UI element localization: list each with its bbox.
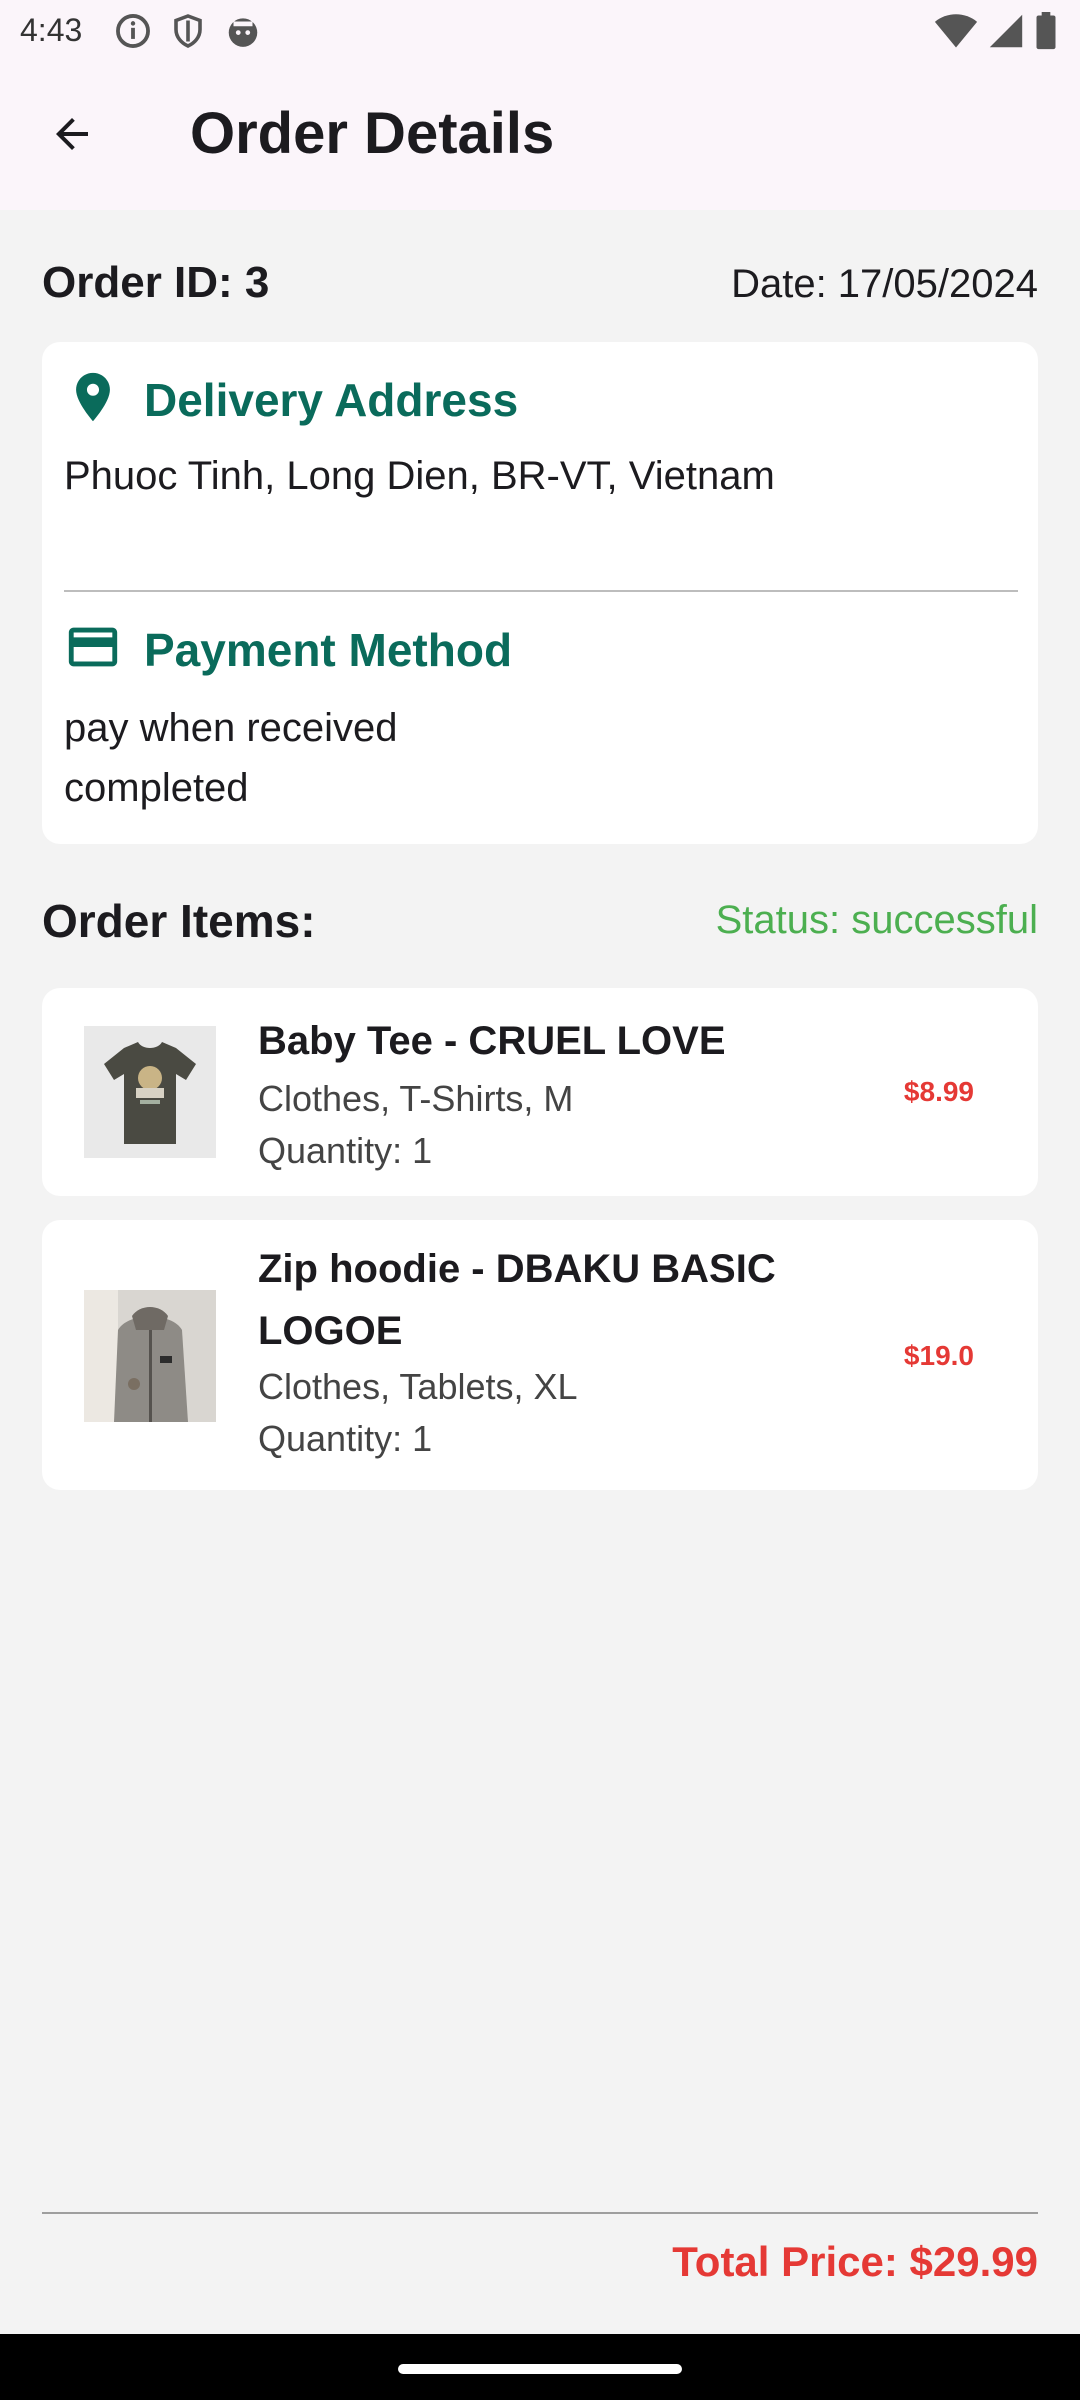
payment-state: completed [64, 766, 249, 810]
status-time: 4:43 [20, 12, 83, 48]
product-image-tshirt [84, 1026, 216, 1158]
wifi-icon [934, 12, 978, 55]
item-price: $19.0 [903, 1340, 974, 1371]
order-date: Date: 17/05/2024 [731, 262, 1038, 306]
total-divider [42, 2212, 1038, 2214]
shield-icon [170, 12, 206, 55]
item-price: $8.99 [903, 1076, 974, 1107]
app-bar: Order Details [0, 62, 1080, 210]
payment-header: Payment Method [64, 618, 512, 681]
info-circle-icon [114, 12, 152, 55]
page-title: Order Details [190, 101, 555, 166]
delivery-title: Delivery Address [144, 373, 519, 426]
product-image-hoodie [84, 1290, 216, 1422]
payment-title: Payment Method [144, 623, 513, 676]
order-items-heading: Order Items: [42, 895, 316, 947]
item-details: Clothes, T-Shirts, M [258, 1078, 574, 1119]
arrow-back-icon [48, 110, 96, 163]
delivery-header: Delivery Address [64, 368, 518, 431]
item-name: Zip hoodie - DBAKU BASIC LOGOE [258, 1247, 776, 1353]
payment-method: pay when received [64, 706, 398, 750]
item-name: Baby Tee - CRUEL LOVE [258, 1019, 726, 1063]
signal-icon [988, 12, 1024, 55]
order-item-card[interactable]: Zip hoodie - DBAKU BASIC LOGOE Clothes, … [42, 1220, 1038, 1490]
credit-card-icon [64, 618, 122, 681]
total-price: Total Price: $29.99 [672, 2238, 1038, 2285]
order-id: Order ID: 3 [42, 258, 270, 307]
status-icons-left [114, 12, 262, 55]
back-button[interactable] [36, 100, 108, 172]
order-info-card: Delivery Address Phuoc Tinh, Long Dien, … [42, 342, 1038, 844]
item-details: Clothes, Tablets, XL [258, 1366, 578, 1407]
section-divider [64, 590, 1018, 592]
battery-icon [1034, 12, 1058, 55]
status-icons-right [934, 12, 1058, 55]
item-quantity: Quantity: 1 [258, 1130, 433, 1171]
home-gesture-handle[interactable] [398, 2364, 682, 2374]
order-status: Status: successful [715, 898, 1038, 942]
location-pin-icon [64, 368, 122, 431]
order-item-card[interactable]: Baby Tee - CRUEL LOVE Clothes, T-Shirts,… [42, 988, 1038, 1196]
delivery-address: Phuoc Tinh, Long Dien, BR-VT, Vietnam [64, 454, 775, 498]
android-face-icon [224, 12, 262, 55]
status-bar: 4:43 [0, 0, 1080, 62]
item-quantity: Quantity: 1 [258, 1418, 433, 1459]
